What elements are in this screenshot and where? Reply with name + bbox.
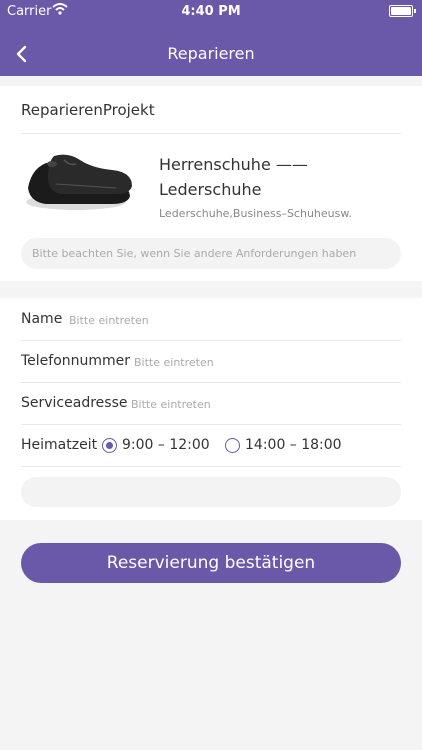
app-header: Carrier 4:40 PM Reparieren (0, 0, 422, 76)
product-image (26, 154, 132, 210)
status-bar: Carrier 4:40 PM (0, 0, 422, 24)
confirm-reservation-button[interactable]: Reservierung bestätigen (21, 543, 401, 583)
address-placeholder: Bitte eintreten (131, 398, 211, 411)
phone-field[interactable]: Telefonnummer Bitte eintreten (21, 341, 401, 382)
time-option-afternoon-label[interactable]: 14:00 – 18:00 (245, 437, 342, 453)
divider (21, 133, 401, 134)
address-field[interactable]: Serviceadresse Bitte eintreten (21, 383, 401, 424)
page-title: Reparieren (167, 44, 255, 63)
time-option-morning-label[interactable]: 9:00 – 12:00 (122, 437, 210, 453)
contact-form-card: Name Bitte eintreten Telefonnummer Bitte… (0, 298, 422, 520)
product-description: Lederschuhe,Business–Schuheusw. (159, 207, 352, 220)
phone-placeholder: Bitte eintreten (134, 356, 214, 369)
time-option-afternoon-radio[interactable] (225, 438, 240, 453)
address-label: Serviceadresse (21, 395, 128, 411)
status-time: 4:40 PM (181, 4, 241, 19)
time-label: Heimatzeit (21, 437, 98, 453)
section-title: ReparierenProjekt (21, 101, 155, 119)
divider (21, 466, 401, 467)
name-label: Name (21, 311, 63, 327)
product-name: Herrenschuhe —— Lederschuhe (159, 155, 308, 199)
repair-project-card: ReparierenProjekt Herrenschuhe —— Leders… (0, 86, 422, 281)
phone-label: Telefonnummer (21, 353, 131, 369)
name-field[interactable]: Name Bitte eintreten (21, 299, 401, 340)
requirements-note-input[interactable]: Bitte beachten Sie, wenn Sie andere Anfo… (21, 238, 401, 269)
note-placeholder: Bitte beachten Sie, wenn Sie andere Anfo… (32, 247, 357, 260)
name-placeholder: Bitte eintreten (69, 314, 149, 327)
additional-input[interactable] (21, 477, 401, 507)
time-option-morning-radio[interactable] (102, 438, 117, 453)
battery-icon (389, 5, 416, 17)
time-field: Heimatzeit 9:00 – 12:00 14:00 – 18:00 (21, 425, 401, 466)
